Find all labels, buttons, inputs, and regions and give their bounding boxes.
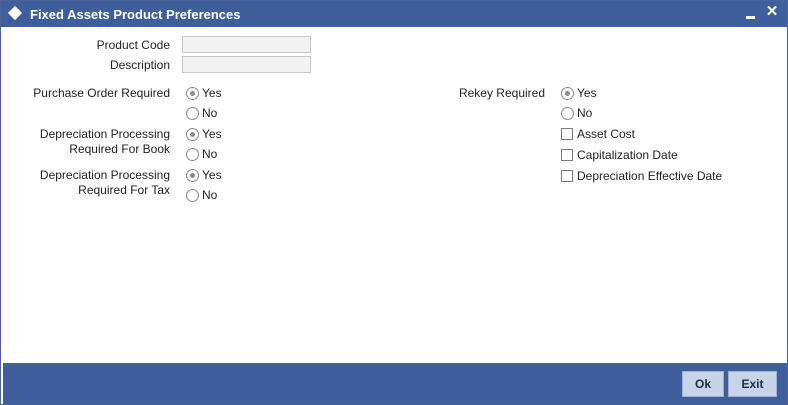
asset-cost-checkbox[interactable]: [561, 128, 573, 140]
purchase-order-yes-label: Yes: [202, 86, 222, 100]
dep-book-label-line1: Depreciation Processing: [39, 127, 170, 141]
capitalization-date-checkbox[interactable]: [561, 149, 573, 161]
dep-tax-no-label: No: [202, 188, 218, 202]
minimize-button[interactable]: [741, 3, 759, 23]
purchase-order-label: Purchase Order Required: [33, 86, 170, 100]
dep-book-label-line2: Required For Book: [69, 142, 170, 156]
rekey-required-label: Rekey Required: [458, 86, 545, 100]
close-button[interactable]: ✕: [763, 3, 781, 23]
dep-book-no-label: No: [202, 147, 218, 161]
dep-tax-no-radio[interactable]: [186, 189, 199, 202]
minimize-icon: [746, 16, 755, 19]
dialog-window: Fixed Assets Product Preferences ✕ Produ…: [0, 0, 788, 405]
dep-book-yes-radio[interactable]: [186, 128, 199, 141]
description-field[interactable]: [182, 56, 311, 73]
purchase-order-no-label: No: [202, 106, 218, 120]
dep-tax-label-line1: Depreciation Processing: [39, 168, 170, 182]
exit-button[interactable]: Exit: [728, 371, 777, 397]
depreciation-effective-date-checkbox[interactable]: [561, 170, 573, 182]
rekey-yes-radio[interactable]: [561, 87, 574, 100]
title-bar: Fixed Assets Product Preferences ✕: [1, 1, 787, 27]
asset-cost-label: Asset Cost: [577, 127, 636, 141]
rekey-no-radio[interactable]: [561, 107, 574, 120]
depreciation-effective-date-label: Depreciation Effective Date: [577, 169, 723, 183]
dep-tax-yes-label: Yes: [202, 168, 222, 182]
product-code-label: Product Code: [96, 38, 170, 52]
rekey-no-label: No: [577, 106, 593, 120]
capitalization-date-label: Capitalization Date: [577, 148, 678, 162]
purchase-order-yes-radio[interactable]: [186, 87, 199, 100]
dep-book-yes-label: Yes: [202, 127, 222, 141]
product-code-field[interactable]: [182, 36, 311, 53]
ok-button[interactable]: Ok: [682, 371, 724, 397]
window-title: Fixed Assets Product Preferences: [30, 7, 241, 22]
rekey-yes-label: Yes: [577, 86, 597, 100]
footer-bar: [3, 363, 787, 404]
diamond-icon: [7, 5, 23, 21]
dep-tax-yes-radio[interactable]: [186, 169, 199, 182]
dep-book-no-radio[interactable]: [186, 148, 199, 161]
description-label: Description: [109, 58, 170, 72]
purchase-order-no-radio[interactable]: [186, 107, 199, 120]
dep-tax-label-line2: Required For Tax: [78, 183, 170, 197]
